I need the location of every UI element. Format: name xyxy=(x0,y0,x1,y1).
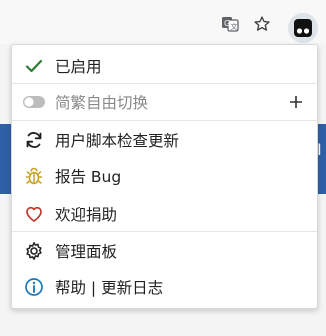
menu-item-enabled[interactable]: 已启用 xyxy=(12,48,317,84)
browser-toolbar: G 文 xyxy=(0,0,326,44)
menu-item-script-toggle[interactable]: 简繁自由切换 xyxy=(12,84,317,120)
tampermonkey-extension-button[interactable] xyxy=(288,13,318,43)
menu-item-label: 用户脚本检查更新 xyxy=(55,132,180,150)
svg-text:文: 文 xyxy=(231,22,238,31)
menu-item-label: 报告 Bug xyxy=(55,168,122,186)
bookmark-star-button[interactable] xyxy=(248,10,276,38)
star-icon xyxy=(254,16,270,31)
menu-item-donate[interactable]: 欢迎捐助 xyxy=(12,196,317,232)
toggle-off-icon[interactable] xyxy=(22,90,46,114)
gear-icon xyxy=(22,239,46,263)
menu-divider xyxy=(12,231,317,232)
heart-icon xyxy=(22,202,46,226)
plus-icon[interactable] xyxy=(287,93,305,111)
translate-button[interactable]: G 文 xyxy=(216,10,244,38)
menu-item-label: 管理面板 xyxy=(55,243,118,261)
extension-popup-menu: 已启用 简繁自由切换 用户脚本检查更新 报告 Bug 欢迎捐助 管理面板 帮助 … xyxy=(11,44,318,309)
menu-item-report-bug[interactable]: 报告 Bug xyxy=(12,158,317,194)
svg-text:G: G xyxy=(224,19,230,28)
menu-divider xyxy=(12,120,317,121)
browser-window: G 文 I 已启用 简繁自由切换 用户脚本检查更新 报告 Bug 欢迎捐助 管理… xyxy=(0,0,326,336)
check-icon xyxy=(22,54,46,78)
menu-item-label: 已启用 xyxy=(55,58,102,76)
refresh-icon xyxy=(22,128,46,152)
menu-item-label: 帮助 | 更新日志 xyxy=(55,279,164,297)
menu-item-label: 欢迎捐助 xyxy=(55,206,118,224)
menu-item-help-changelog[interactable]: 帮助 | 更新日志 xyxy=(12,269,317,305)
bug-icon xyxy=(22,164,46,188)
menu-item-dashboard[interactable]: 管理面板 xyxy=(12,233,317,269)
info-icon xyxy=(22,275,46,299)
menu-item-check-updates[interactable]: 用户脚本检查更新 xyxy=(12,122,317,158)
menu-item-label: 简繁自由切换 xyxy=(55,94,149,112)
tampermonkey-icon xyxy=(294,19,312,37)
translate-icon: G 文 xyxy=(222,17,239,32)
